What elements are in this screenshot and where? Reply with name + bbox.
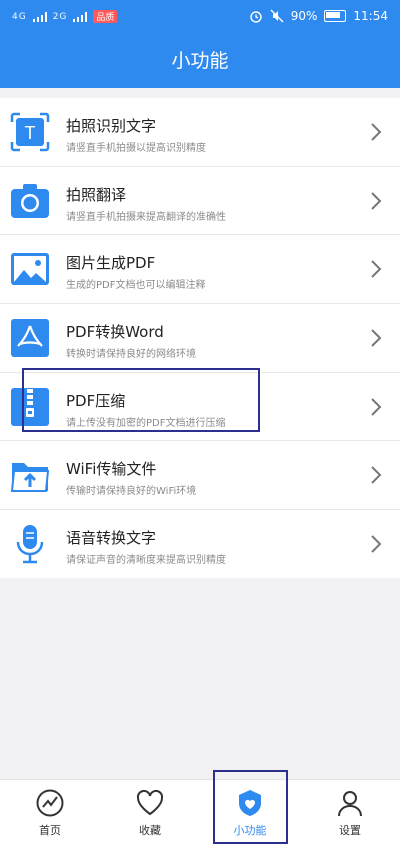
status-right: 90% 11:54 <box>249 9 388 23</box>
feature-title: PDF转换Word <box>66 323 164 342</box>
chevron-right-icon <box>371 398 382 416</box>
status-bar: 4G 2G 品质 90% 11:54 <box>0 0 400 34</box>
feature-item-voice-to-text[interactable]: 语音转换文字 请保证声音的清晰度来提高识别精度 <box>0 510 400 578</box>
feature-title: 图片生成PDF <box>66 254 156 273</box>
feature-title: PDF压缩 <box>66 391 126 410</box>
tab-label: 设置 <box>339 824 361 837</box>
feature-title: 拍照识别文字 <box>66 117 157 135</box>
chevron-right-icon <box>371 260 382 279</box>
tab-settings[interactable]: 设置 <box>300 780 400 844</box>
chevron-right-icon <box>371 466 382 485</box>
folder-upload-icon <box>10 463 50 493</box>
home-icon <box>36 789 64 817</box>
battery-percent: 90% <box>290 9 318 23</box>
tab-label: 收藏 <box>139 824 161 837</box>
microphone-icon <box>16 525 44 564</box>
feature-item-photo-translate[interactable]: 拍照翻译 请竖直手机拍摄来提高翻译的准确性 <box>0 167 400 236</box>
feature-item-image-to-pdf[interactable]: 图片生成PDF 生成的PDF文档也可以编辑注释 <box>0 235 400 305</box>
feature-subtitle: 转换时请保持良好的网络环境 <box>66 349 196 361</box>
signal-icon <box>32 11 47 22</box>
feature-subtitle: 请保证声音的清晰度来提高识别精度 <box>66 555 226 567</box>
feature-title: 语音转换文字 <box>66 529 157 548</box>
page-title: 小功能 <box>0 34 400 88</box>
zip-icon <box>11 387 49 426</box>
camera-icon <box>11 183 49 218</box>
status-left: 4G 2G 品质 <box>12 10 118 23</box>
signal-icon-2 <box>73 11 88 22</box>
feature-title: WiFi传输文件 <box>66 460 157 479</box>
shield-icon <box>239 790 261 816</box>
chevron-right-icon <box>371 535 382 553</box>
pdf-icon <box>11 319 49 358</box>
battery-icon <box>324 10 347 22</box>
text-scan-icon: T <box>10 112 50 152</box>
feature-subtitle: 生成的PDF文档也可以编辑注释 <box>66 280 206 292</box>
clock: 11:54 <box>353 9 388 23</box>
feature-title: 拍照翻译 <box>66 185 127 204</box>
feature-item-pdf-to-word[interactable]: PDF转换Word 转换时请保持良好的网络环境 <box>0 304 400 373</box>
feature-subtitle: 请上传没有加密的PDF文档进行压缩 <box>66 417 226 429</box>
alarm-icon <box>250 11 262 23</box>
tab-home[interactable]: 首页 <box>0 780 100 844</box>
tab-tools[interactable]: 小功能 <box>200 780 300 844</box>
tab-label: 小功能 <box>233 824 267 837</box>
feature-subtitle: 传输时请保持良好的WiFi环境 <box>66 486 197 498</box>
feature-subtitle: 请竖直手机拍摄来提高翻译的准确性 <box>66 211 226 223</box>
chevron-right-icon <box>371 329 382 347</box>
tab-favorites[interactable]: 收藏 <box>100 780 200 844</box>
status-badge: 品质 <box>93 10 118 23</box>
heart-icon <box>136 789 164 816</box>
bottom-tab-bar: 首页 收藏 小功能 设置 <box>0 779 400 844</box>
svg-text:T: T <box>25 123 36 143</box>
chevron-right-icon <box>371 123 382 141</box>
feature-list: T 拍照识别文字 请竖直手机拍摄以提高识别精度 拍照翻译 请竖直手机拍摄来提高翻… <box>0 98 400 578</box>
network-type-2: 2G <box>52 11 68 22</box>
feature-item-pdf-compress[interactable]: PDF压缩 请上传没有加密的PDF文档进行压缩 <box>0 373 400 442</box>
network-type-1: 4G <box>12 11 27 22</box>
feature-item-text-recognition[interactable]: T 拍照识别文字 请竖直手机拍摄以提高识别精度 <box>0 98 400 167</box>
feature-subtitle: 请竖直手机拍摄以提高识别精度 <box>66 143 206 154</box>
image-icon <box>11 253 49 286</box>
mute-icon <box>270 9 284 23</box>
chevron-right-icon <box>371 191 382 210</box>
tab-label: 首页 <box>39 824 61 837</box>
feature-item-wifi-transfer[interactable]: WiFi传输文件 传输时请保持良好的WiFi环境 <box>0 441 400 511</box>
user-icon <box>338 791 362 817</box>
